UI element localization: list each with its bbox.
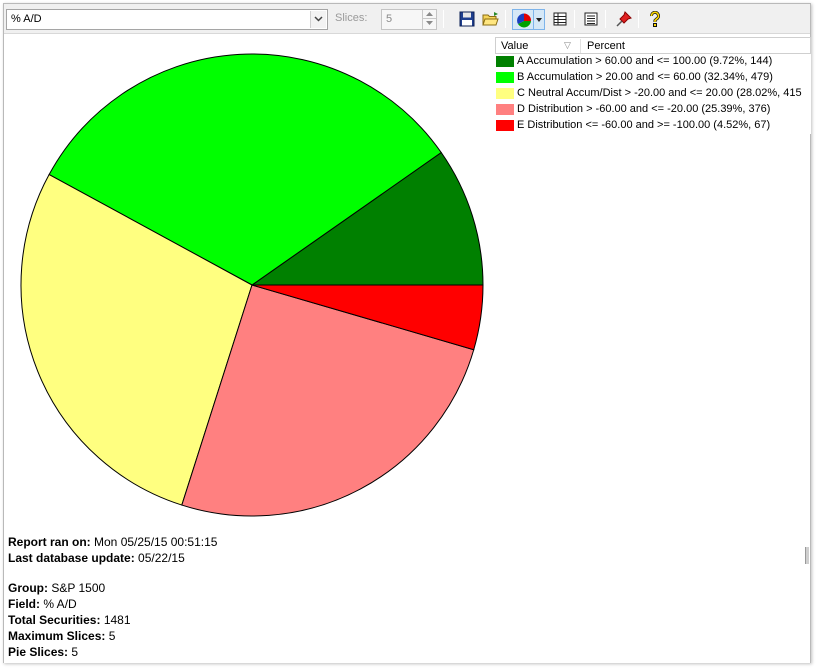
report-ran-label: Report ran on:: [8, 535, 91, 549]
report-ran-value: Mon 05/25/15 00:51:15: [94, 535, 218, 549]
legend-item-label: E Distribution <= -60.00 and >= -100.00 …: [517, 119, 771, 131]
total-row: Total Securities: 1481: [8, 612, 217, 628]
legend-item-b[interactable]: B Accumulation > 20.00 and <= 60.00 (32.…: [495, 70, 811, 86]
max-slices-row: Maximum Slices: 5: [8, 628, 217, 644]
list-view-button[interactable]: [580, 9, 602, 30]
chart-type-button[interactable]: [512, 9, 534, 30]
table-view-icon: [553, 12, 567, 26]
pie-slices-label: Pie Slices:: [8, 645, 69, 659]
group-label: Group:: [8, 581, 48, 595]
column-divider[interactable]: [580, 39, 581, 53]
db-update-label: Last database update:: [8, 551, 135, 565]
table-view-button[interactable]: [549, 9, 571, 30]
slices-value: 5: [386, 13, 393, 25]
legend: Value ▽ Percent A Accumulation > 60.00 a…: [495, 37, 811, 134]
report-info: Report ran on: Mon 05/25/15 00:51:15 Las…: [8, 534, 217, 660]
pie-chart: [20, 53, 484, 517]
toolbar-separator: [574, 10, 575, 28]
open-button[interactable]: [479, 9, 501, 30]
legend-header[interactable]: Value ▽ Percent: [495, 37, 811, 54]
legend-item-a[interactable]: A Accumulation > 60.00 and <= 100.00 (9.…: [495, 54, 811, 70]
chart-type-dropdown[interactable]: [534, 9, 545, 30]
legend-header-value[interactable]: Value: [501, 40, 528, 52]
field-select[interactable]: % A/D: [6, 9, 328, 30]
legend-item-label: C Neutral Accum/Dist > -20.00 and <= 20.…: [517, 87, 802, 99]
sort-icon[interactable]: ▽: [564, 40, 571, 51]
legend-swatch: [496, 56, 514, 67]
pin-button[interactable]: [613, 9, 635, 30]
field-label: Field:: [8, 597, 40, 611]
toolbar-separator: [605, 10, 606, 28]
db-update-row: Last database update: 05/22/15: [8, 550, 217, 566]
legend-swatch: [496, 120, 514, 131]
legend-item-label: A Accumulation > 60.00 and <= 100.00 (9.…: [517, 55, 773, 67]
open-folder-icon: [482, 12, 499, 26]
caret-down-icon: [536, 18, 542, 22]
max-slices-value: 5: [108, 629, 116, 643]
total-label: Total Securities:: [8, 613, 101, 627]
chart-area: Value ▽ Percent A Accumulation > 60.00 a…: [4, 35, 811, 663]
pin-icon: [616, 11, 632, 27]
field-row: Field: % A/D: [8, 596, 217, 612]
legend-swatch: [496, 72, 514, 83]
pie-slices-row: Pie Slices: 5: [8, 644, 217, 660]
pie-chart-icon: [517, 13, 532, 28]
legend-swatch: [496, 88, 514, 99]
field-value: % A/D: [43, 597, 77, 611]
toolbar-separator: [638, 10, 639, 28]
scrollbar-thumb[interactable]: [805, 547, 809, 564]
slices-spinner[interactable]: 5: [381, 9, 437, 30]
legend-item-e[interactable]: E Distribution <= -60.00 and >= -100.00 …: [495, 118, 811, 134]
spinner-buttons: [422, 10, 436, 29]
toolbar-separator: [443, 10, 444, 28]
pie-slices-value: 5: [71, 645, 79, 659]
legend-item-d[interactable]: D Distribution > -60.00 and <= -20.00 (2…: [495, 102, 811, 118]
spin-up-button[interactable]: [423, 10, 436, 19]
field-select-value: % A/D: [11, 13, 42, 25]
report-ran-row: Report ran on: Mon 05/25/15 00:51:15: [8, 534, 217, 550]
spin-down-button[interactable]: [423, 19, 436, 28]
slices-label: Slices:: [335, 12, 368, 24]
group-row: Group: S&P 1500: [8, 580, 217, 596]
list-view-icon: [584, 12, 598, 26]
help-icon: [650, 11, 660, 27]
save-icon: [459, 11, 475, 27]
help-button[interactable]: [644, 9, 666, 30]
legend-swatch: [496, 104, 514, 115]
legend-item-c[interactable]: C Neutral Accum/Dist > -20.00 and <= 20.…: [495, 86, 811, 102]
total-value: 1481: [103, 613, 131, 627]
legend-header-percent[interactable]: Percent: [587, 40, 625, 52]
toolbar: % A/D Slices: 5: [4, 4, 810, 34]
db-update-value: 05/22/15: [138, 551, 185, 565]
legend-item-label: B Accumulation > 20.00 and <= 60.00 (32.…: [517, 71, 773, 83]
max-slices-label: Maximum Slices:: [8, 629, 106, 643]
legend-item-label: D Distribution > -60.00 and <= -20.00 (2…: [517, 103, 771, 115]
toolbar-separator: [505, 10, 506, 28]
chevron-down-icon[interactable]: [310, 11, 326, 28]
report-window: % A/D Slices: 5 Value ▽ Percent A Accumu…: [3, 3, 811, 663]
save-button[interactable]: [456, 9, 478, 30]
group-value: S&P 1500: [51, 581, 106, 595]
